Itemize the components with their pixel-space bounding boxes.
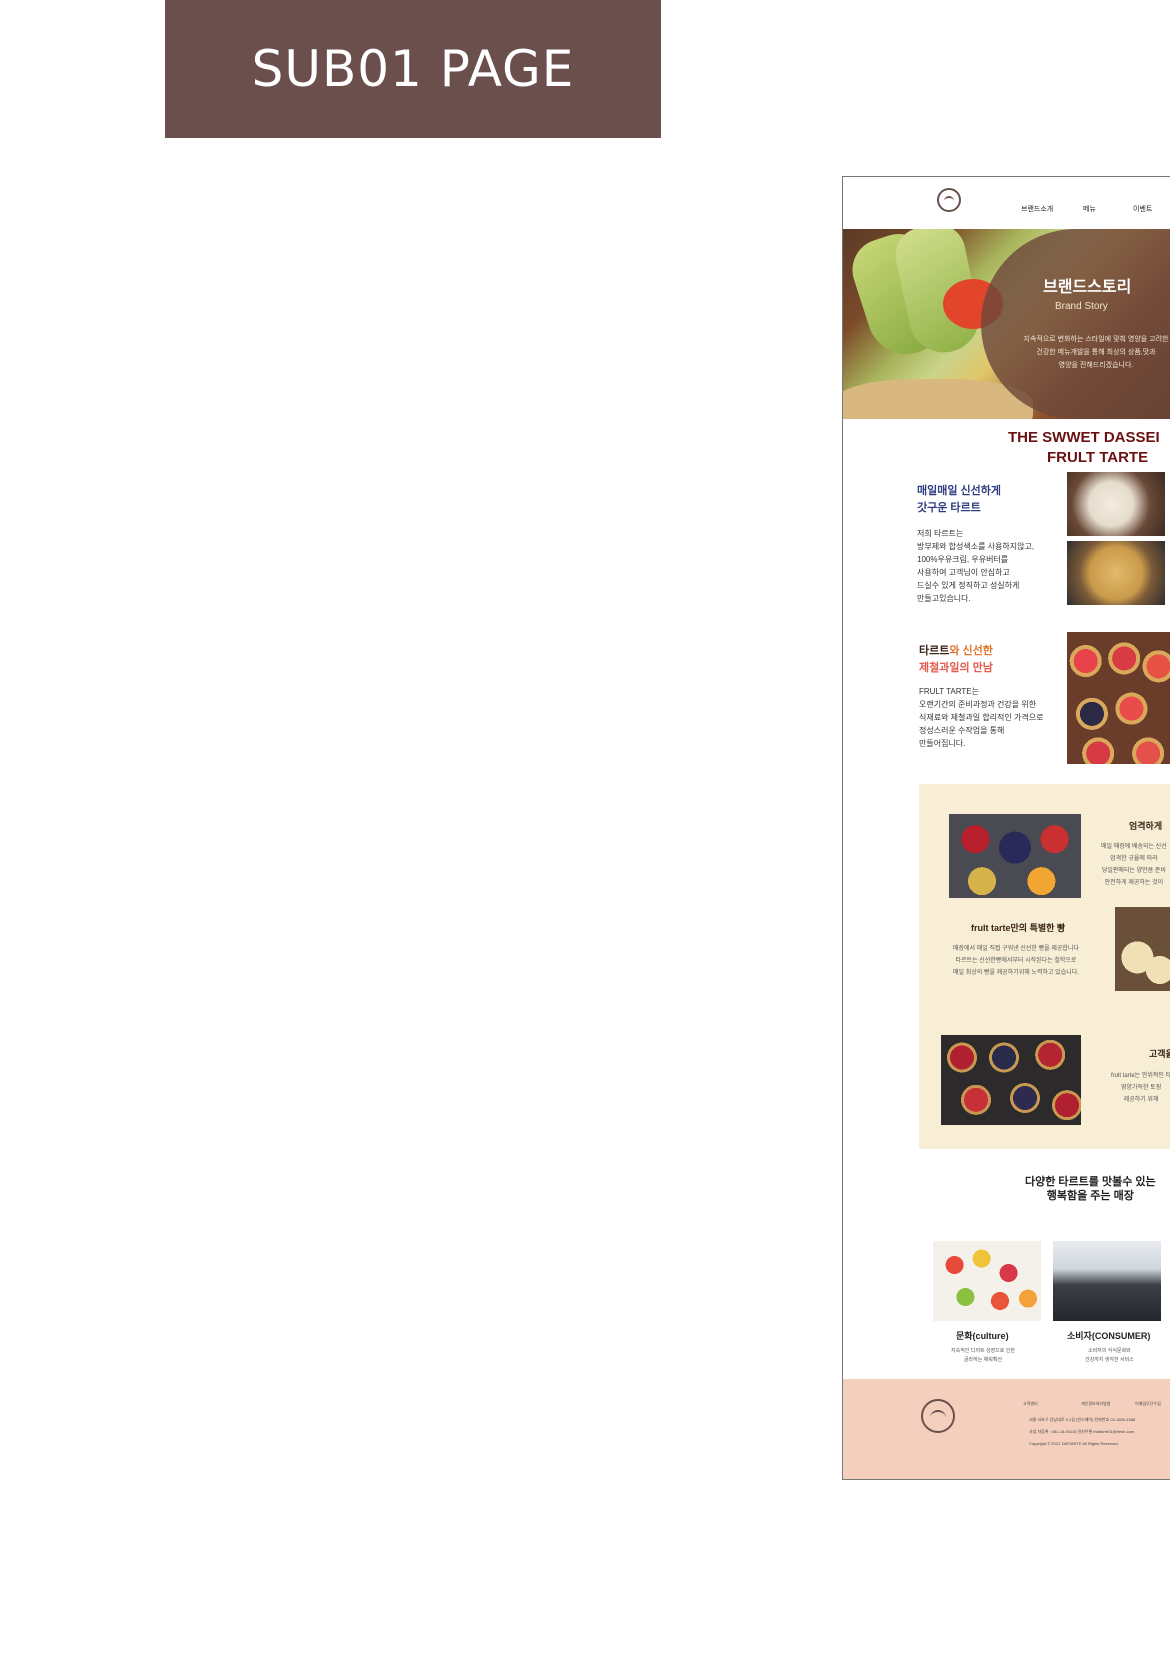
feature2-title: frult tarte만의 특별한 빵 (971, 923, 1066, 933)
nav-event[interactable]: 이벤트 (1133, 204, 1152, 214)
site-footer: 고객센터 개인정보처리방침 이메일무단수집 서울 서초구 강남대로 9-1길 (… (843, 1379, 1170, 1479)
footer-link-privacy[interactable]: 개인정보처리방침 (1081, 1401, 1110, 1407)
hero-description: 지속적으로 변화하는 스타일에 맞춰 영양을 고려한 건강한 메뉴개발을 통해 … (1023, 336, 1169, 369)
headline-line1: THE SWWET DASSEI (1008, 429, 1160, 446)
hero-title: 브랜드스토리 (1043, 279, 1132, 296)
berries-photo (949, 814, 1081, 898)
culture-desc: 지속적인 디저트 성장으로 인한 글라하는 채워확산 (951, 1348, 1015, 1363)
footer-copyright: Copyright © 2021 TARTARTE All Rights Res… (1029, 1441, 1119, 1446)
footer-logo-icon[interactable] (921, 1399, 955, 1433)
hero-overlay (981, 229, 1170, 419)
stores-title: 다양한 타르트를 맛볼수 있는 행복함을 주는 매장 (1025, 1176, 1156, 1202)
bread-photo (1115, 907, 1170, 991)
fruit-tarts-photo (1067, 632, 1170, 764)
site-header: 브랜드소개 메뉴 이벤트 (843, 177, 1170, 229)
section1-title: 매일매일 신선하게 갓구운 타르트 (917, 485, 1002, 514)
feature2-body: 매장에서 매일 직접 구워낸 신선한 빵을 제공합니다 타르트는 신선한빵에서부… (953, 946, 1079, 976)
nav-brand[interactable]: 브랜드소개 (1021, 204, 1053, 214)
feature1-body: 매일 매장에 배송되는 신선 엄격한 규율에 따라 당일판매되는 양만큼 준비 … (1101, 844, 1167, 886)
dough-photo (1067, 472, 1165, 536)
hero-subtitle: Brand Story (1055, 301, 1108, 312)
page-banner: SUB01 PAGE (165, 0, 661, 138)
section2-title: 타르트와 신선한 제철과일의 만남 (919, 645, 993, 674)
brand-logo-icon[interactable] (937, 188, 961, 212)
banner-title: SUB01 PAGE (251, 40, 575, 98)
consumer-desc: 소비자의 식식문화와 건강까지 생각한 서비스 (1085, 1348, 1134, 1363)
headline-line2: FRULT TARTE (1047, 449, 1149, 466)
hero-banner: 브랜드스토리 Brand Story 지속적으로 변화하는 스타일에 맞춰 영양… (843, 229, 1170, 419)
footer-link-email[interactable]: 이메일무단수집 (1135, 1401, 1161, 1407)
section2-body: FRULT TARTE는 오랜기간의 준비과정과 건강을 위한 식재료와 제철과… (919, 687, 1044, 748)
consumer-photo[interactable] (1053, 1241, 1161, 1321)
consumer-caption: 소비자(CONSUMER) (1067, 1331, 1151, 1341)
culture-photo[interactable] (933, 1241, 1041, 1321)
tart-crust-photo (1067, 541, 1165, 605)
section1-body: 저희 타르트는 방부제와 합성색소를 사용하지않고, 100%우유크림, 우유버… (917, 529, 1035, 603)
culture-caption: 문화(culture) (956, 1331, 1009, 1341)
feature1-title: 엄격하게 (1129, 821, 1163, 831)
footer-registration: 사업 자등록 : 081-16-00115 전자우편 frulttarte01@… (1029, 1429, 1135, 1434)
berry-tarts-photo (941, 1035, 1081, 1125)
feature3-title: 고객을 (1149, 1049, 1170, 1059)
footer-link-support[interactable]: 고객센터 (1023, 1401, 1038, 1407)
feature3-body: frult tarte는 안위적인 타 영양가득한 토핑 제공하기 위해 (1111, 1073, 1170, 1103)
footer-address: 서울 서초구 강남대로 9-1길 (빈스퀘어) 전화번호 02-1800-158… (1029, 1417, 1136, 1422)
nav-menu[interactable]: 메뉴 (1083, 204, 1096, 214)
sub-page-preview: 브랜드소개 메뉴 이벤트 브랜드스토리 Brand Story 지속적으로 변화… (842, 176, 1170, 1480)
